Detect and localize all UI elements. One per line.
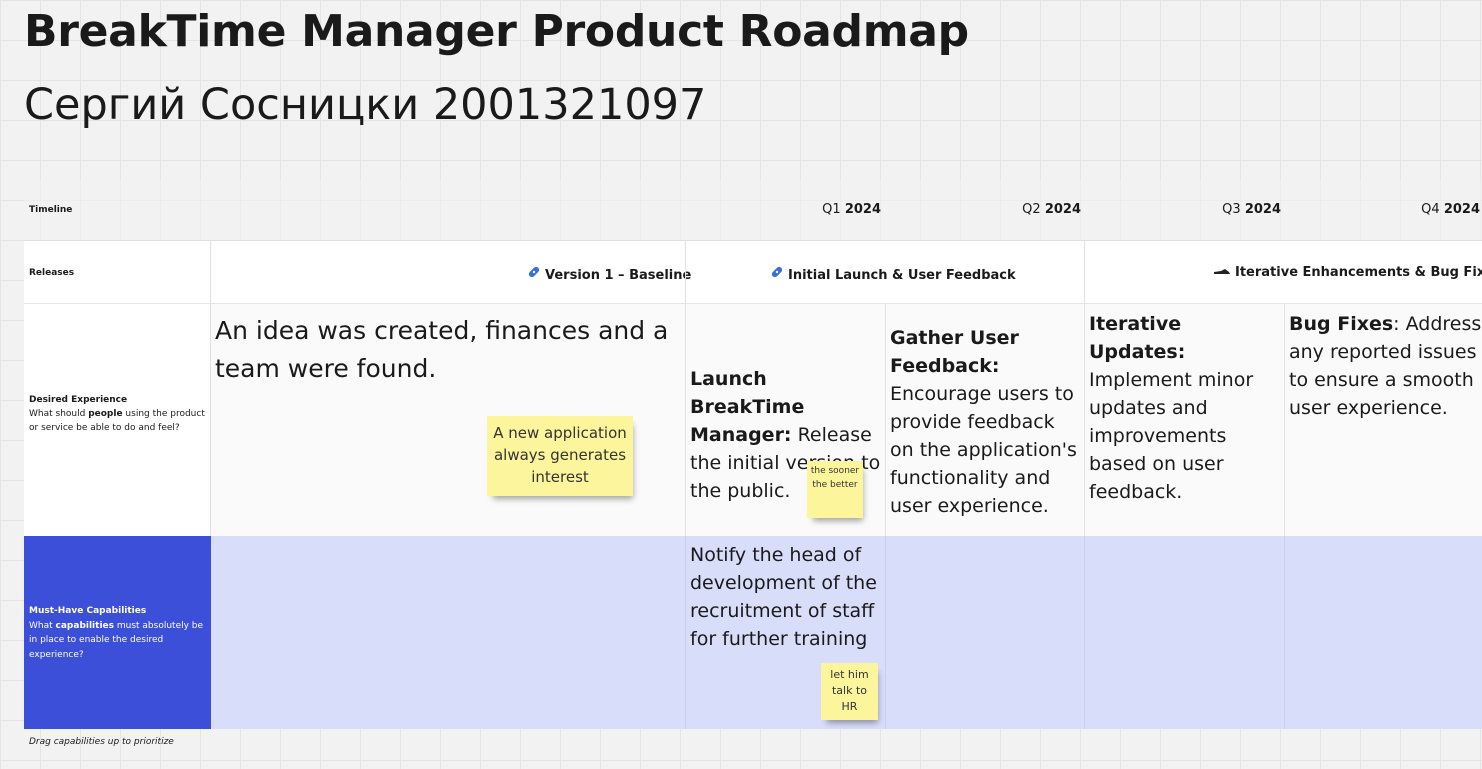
- release-label: Version 1 – Baseline: [545, 268, 692, 283]
- column-divider: [885, 536, 886, 729]
- column-divider: [1284, 304, 1285, 536]
- question-text: What should: [29, 409, 89, 419]
- must-title: Must-Have Capabilities: [29, 606, 147, 616]
- cell-body: Implement minor updates and improvements…: [1089, 369, 1254, 503]
- prioritize-hint: Drag capabilities up to prioritize: [29, 737, 174, 747]
- cell-body: Encourage users to provide feedback on t…: [890, 383, 1077, 517]
- timeline-q3: Q3 2024: [1180, 202, 1281, 217]
- releases-label: Releases: [29, 268, 75, 278]
- desired-updates-text[interactable]: Iterative Updates: Implement minor updat…: [1089, 310, 1283, 506]
- sticky-note-sooner[interactable]: the sooner the better: [807, 461, 863, 518]
- release-label: Iterative Enhancements & Bug Fixes: [1235, 265, 1482, 280]
- desired-label: Desired Experience What should people us…: [29, 393, 207, 435]
- release-iterative[interactable]: Iterative Enhancements & Bug Fixes: [1213, 265, 1482, 280]
- must-question: What capabilities must absolutely be in …: [29, 619, 207, 663]
- year-label: 2024: [1244, 202, 1281, 217]
- column-divider: [685, 240, 686, 536]
- question-keyword: people: [88, 409, 123, 419]
- desired-title: Desired Experience: [29, 395, 128, 405]
- desired-baseline-text[interactable]: An idea was created, finances and a team…: [215, 312, 683, 388]
- author-line: Сергий Сосницки 2001321097: [24, 80, 707, 130]
- board-title: BreakTime Manager Product Roadmap: [24, 6, 969, 57]
- column-divider: [210, 240, 211, 536]
- cell-heading: Gather User Feedback:: [890, 327, 1019, 377]
- desired-bugs-text[interactable]: Bug Fixes: Address any reported issues t…: [1289, 310, 1482, 422]
- must-launch-text[interactable]: Notify the head of development of the re…: [690, 541, 883, 653]
- sticky-note-hr[interactable]: let him talk to HR: [821, 663, 878, 720]
- cell-heading: Launch BreakTime Manager:: [690, 368, 805, 446]
- desired-feedback-text[interactable]: Gather User Feedback: Encourage users to…: [890, 324, 1084, 520]
- release-label: Initial Launch & User Feedback: [788, 268, 1016, 283]
- release-launch[interactable]: Initial Launch & User Feedback: [770, 265, 1016, 283]
- year-label: 2024: [1044, 202, 1081, 217]
- pin-icon: [770, 266, 784, 283]
- desired-question: What should people using the product or …: [29, 407, 207, 435]
- timeline-q2: Q2 2024: [980, 202, 1081, 217]
- sneaker-icon: [1213, 265, 1231, 280]
- column-divider: [1284, 536, 1285, 729]
- cell-heading: Iterative Updates:: [1089, 313, 1186, 363]
- sticky-note-interest[interactable]: A new application always generates inter…: [487, 416, 633, 496]
- column-divider: [1084, 240, 1085, 536]
- question-keyword: capabilities: [55, 620, 114, 631]
- cell-heading: Bug Fixes: [1289, 313, 1394, 335]
- timeline-q4: Q4 2024: [1380, 202, 1480, 217]
- timeline-label: Timeline: [29, 205, 73, 215]
- column-divider: [885, 304, 886, 536]
- column-divider: [1084, 536, 1085, 729]
- year-label: 2024: [844, 202, 881, 217]
- quarter-label: Q4: [1421, 202, 1440, 217]
- timeline-q1: Q1 2024: [780, 202, 881, 217]
- release-baseline[interactable]: Version 1 – Baseline: [527, 265, 691, 283]
- quarter-label: Q1: [822, 202, 841, 217]
- column-divider: [685, 536, 686, 729]
- quarter-label: Q2: [1022, 202, 1041, 217]
- question-text: What: [29, 620, 56, 631]
- quarter-label: Q3: [1222, 202, 1241, 217]
- must-label: Must-Have Capabilities What capabilities…: [29, 604, 207, 662]
- year-label: 2024: [1443, 202, 1480, 217]
- pin-icon: [527, 266, 541, 283]
